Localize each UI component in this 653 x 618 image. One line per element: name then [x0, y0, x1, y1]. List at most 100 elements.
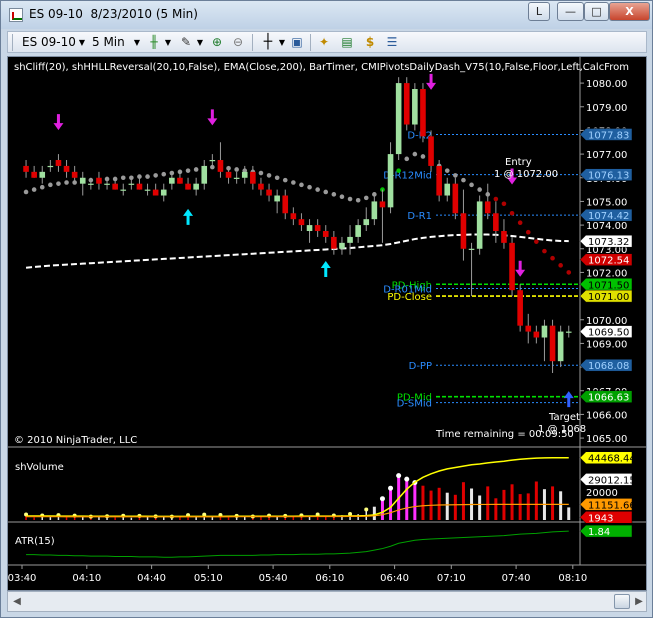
scroll-right-icon[interactable]: ▶ [631, 593, 647, 610]
strategy-icon[interactable]: ✦ [316, 35, 332, 50]
properties-icon[interactable]: ▣ [289, 35, 305, 50]
candle-body [71, 171, 78, 178]
scroll-thumb[interactable] [614, 594, 630, 609]
volume-dot [379, 496, 385, 502]
price-tick-label: 1065.00 [586, 434, 627, 445]
scroll-left-icon[interactable]: ◀ [9, 593, 25, 610]
price-tick-label: 1079.00 [586, 103, 627, 114]
candle-body [379, 201, 386, 208]
cliff-dot [461, 177, 466, 183]
pivot-price-badge: 1068.08 [579, 358, 633, 372]
candle-body [395, 83, 402, 155]
link-button[interactable]: L [528, 2, 550, 21]
candle-body [112, 183, 118, 190]
candle-body [209, 160, 216, 162]
interval-selector[interactable]: 5 Min [92, 33, 125, 51]
style-dropdown-icon[interactable]: ▼ [160, 35, 176, 50]
zoom-in-icon[interactable]: ⊕ [209, 35, 225, 50]
cliff-dot [161, 171, 167, 177]
instrument-selector[interactable]: ES 09-10 [22, 33, 76, 51]
price-badge-text: 1077.83 [588, 130, 629, 141]
candle-body [250, 171, 256, 184]
indicators-icon[interactable]: ▤ [339, 35, 355, 50]
close-button[interactable]: X [609, 2, 650, 21]
candle-body [63, 165, 70, 172]
candle-body [96, 177, 102, 184]
instrument-dropdown-icon[interactable]: ▼ [74, 35, 90, 50]
price-badge-text: 1071.00 [588, 292, 629, 303]
price-tick-label: 1075.00 [586, 197, 627, 208]
candle-body [428, 136, 434, 166]
time-tick-label: 07:40 [502, 573, 531, 584]
candle-body [331, 236, 337, 249]
current-price-badge: 1072.54 [579, 253, 633, 267]
chart-canvas[interactable]: D-R2D-R12MidD-R1PD-HighD-R01MidPD-CloseD… [8, 57, 646, 590]
crosshair-dropdown-icon[interactable]: ▼ [274, 35, 290, 50]
volume-value-badge: 11151.66 [579, 498, 636, 511]
atr-value-badge: 1.84 [579, 524, 633, 538]
candle-body [371, 201, 378, 220]
pivot-label: D-R1 [407, 211, 432, 222]
data-box-icon[interactable]: ☰ [384, 35, 400, 50]
interval-dropdown-icon[interactable]: ▼ [129, 35, 145, 50]
cliff-dot [501, 201, 507, 207]
title-bar[interactable]: ES 09-10 8/23/2010 (5 Min) L — □ X [1, 1, 652, 29]
cliff-dot [48, 182, 53, 188]
atr-line [26, 530, 569, 558]
volume-panel-title: shVolume [15, 462, 64, 473]
candle-body [217, 160, 224, 172]
entry-label: Entry [505, 157, 532, 168]
candle-body [233, 177, 240, 179]
cliff-dot [64, 180, 69, 185]
time-tick-label: 06:40 [380, 573, 409, 584]
candle-body [120, 189, 127, 191]
volume-value-badge: 44468.44 [579, 451, 636, 465]
atr-panel-title: ATR(15) [15, 536, 55, 547]
cliff-dot [185, 168, 191, 173]
pivot-price-badge: 1071.50 [579, 278, 633, 291]
candle-body [493, 213, 499, 232]
candle-body [79, 177, 86, 184]
zoom-out-icon[interactable]: ⊖ [230, 35, 246, 50]
volume-tick-label: 20000 [586, 488, 618, 499]
chart-window: ES 09-10 8/23/2010 (5 Min) L — □ X ES 09… [0, 0, 653, 618]
chart-area[interactable]: D-R2 D-R12Mid D-R1 PD-High D-R01Mid PD-Close D… [7, 56, 647, 591]
cliff-dot [39, 184, 45, 190]
candle-body [557, 331, 564, 362]
reversal-up-arrow [320, 260, 331, 277]
volume-dot [364, 507, 369, 512]
volume-dot [388, 485, 394, 491]
reversal-down-arrow [53, 114, 64, 131]
currency-icon[interactable]: $ [362, 35, 378, 50]
pivot-price-badge: 1066.63 [579, 390, 633, 404]
entry-value: 1 @ 1072.00 [494, 169, 558, 180]
reversal-up-arrow [183, 208, 194, 225]
cliff-dot [355, 197, 361, 203]
cliff-dot [258, 170, 264, 176]
cliff-dot [517, 220, 523, 226]
drawing-dropdown-icon[interactable]: ▼ [192, 35, 208, 50]
candle-body [282, 195, 289, 214]
cliff-dot [339, 194, 345, 199]
reversal-down-arrow [426, 73, 437, 90]
cliff-dot [469, 182, 474, 188]
candle-body [241, 171, 248, 178]
candle-body [565, 331, 572, 333]
cliff-dot [525, 229, 531, 235]
reversal-down-arrow [207, 109, 218, 126]
minimize-button[interactable]: — [557, 2, 584, 21]
price-badge-text: 1076.13 [588, 171, 629, 182]
candle-body [347, 236, 353, 243]
candle-body [104, 183, 110, 185]
horizontal-scrollbar[interactable]: ◀ ▶ [7, 591, 647, 612]
volume-value-badge: 1943 [579, 511, 633, 524]
candle-body [468, 248, 475, 250]
maximize-button[interactable]: □ [584, 2, 609, 21]
pivot-price-badge: 1074.42 [579, 208, 633, 222]
cliff-dot [323, 189, 329, 195]
candle-body [412, 89, 418, 125]
toolbar-separator [310, 34, 311, 51]
candle-body [339, 242, 345, 249]
candle-body [460, 213, 467, 249]
cliff-dot [274, 175, 280, 181]
